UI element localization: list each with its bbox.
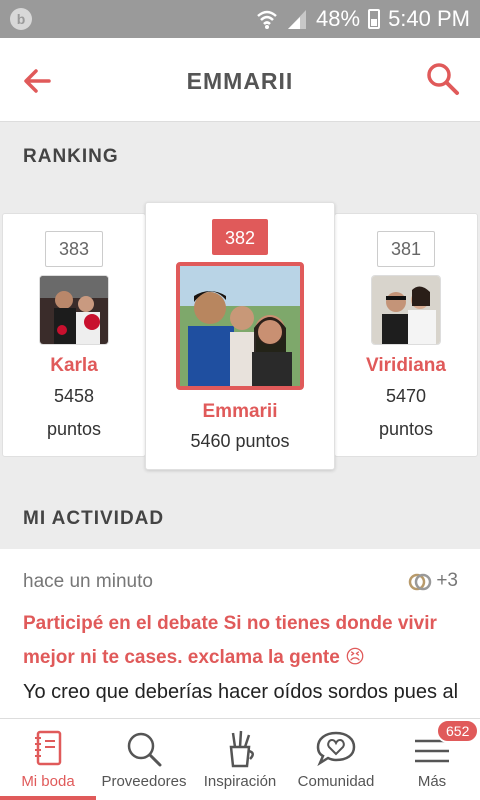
wifi-icon	[257, 10, 277, 29]
user-name: Karla	[50, 355, 98, 376]
avatar	[39, 275, 109, 345]
ranking-card-viridiana[interactable]: 381 Viridiana 5470 puntos	[334, 213, 478, 457]
nav-label: Mi boda	[21, 773, 75, 790]
nav-label: Inspiración	[203, 773, 277, 790]
bottom-nav: Mi boda Proveedores Inspiración Comunida…	[0, 718, 480, 800]
points-unit: puntos	[46, 419, 102, 439]
rank-number: 383	[45, 231, 103, 267]
nav-proveedores[interactable]: Proveedores	[96, 719, 192, 800]
avatar	[371, 275, 441, 345]
brushes-icon	[229, 730, 254, 768]
notebook-icon	[35, 730, 62, 766]
rank-number-current: 382	[212, 219, 268, 255]
b-icon: b	[10, 8, 32, 30]
activity-headline[interactable]: Participé en el debate Si no tienes dond…	[23, 607, 463, 675]
points-text: 5460 puntos	[190, 431, 290, 451]
search-icon[interactable]	[426, 62, 460, 96]
nav-label: Comunidad	[297, 773, 375, 790]
status-bar: b 48% 5:40 PM	[0, 0, 480, 38]
nav-inspiracion[interactable]: Inspiración	[192, 719, 288, 800]
points-value: 5458	[53, 386, 95, 406]
page-title: EMMARII	[186, 68, 294, 94]
battery-percent: 48%	[316, 6, 361, 31]
nav-mas[interactable]: 652 Más	[384, 719, 480, 800]
status-icons: 48% 5:40 PM	[256, 6, 470, 32]
likes-count: +3	[436, 570, 458, 591]
search-icon	[127, 732, 162, 767]
rank-number: 381	[377, 231, 435, 267]
nav-mi-boda[interactable]: Mi boda	[0, 719, 96, 800]
nav-label: Más	[417, 773, 447, 790]
points-value: 5470	[385, 386, 427, 406]
battery-icon	[368, 9, 381, 29]
ranking-card-emmarii[interactable]: 382 Emmarii 5460 puntos	[145, 202, 335, 470]
avatar	[176, 262, 304, 390]
app-header: EMMARII	[0, 38, 480, 122]
user-name: Viridiana	[366, 355, 446, 376]
activity-likes[interactable]: +3	[408, 569, 458, 593]
nav-label: Proveedores	[101, 773, 187, 790]
signal-icon	[288, 10, 307, 29]
activity-heading: MI ACTIVIDAD	[23, 508, 165, 529]
rings-icon	[409, 573, 432, 591]
points-unit: puntos	[378, 419, 434, 439]
ranking-card-karla[interactable]: 383 Karla 5458 puntos	[2, 213, 146, 457]
clock: 5:40 PM	[388, 6, 470, 31]
activity-body: Yo creo que deberías hacer oídos sordos …	[23, 681, 459, 703]
nav-comunidad[interactable]: Comunidad	[288, 719, 384, 800]
user-name: Emmarii	[202, 401, 278, 422]
activity-card[interactable]: hace un minuto +3 Participé en el debate…	[0, 549, 480, 719]
activity-time: hace un minuto	[23, 571, 153, 592]
notification-badge: 652	[436, 719, 480, 743]
heart-chat-icon	[316, 731, 356, 767]
ranking-heading: RANKING	[23, 146, 119, 167]
